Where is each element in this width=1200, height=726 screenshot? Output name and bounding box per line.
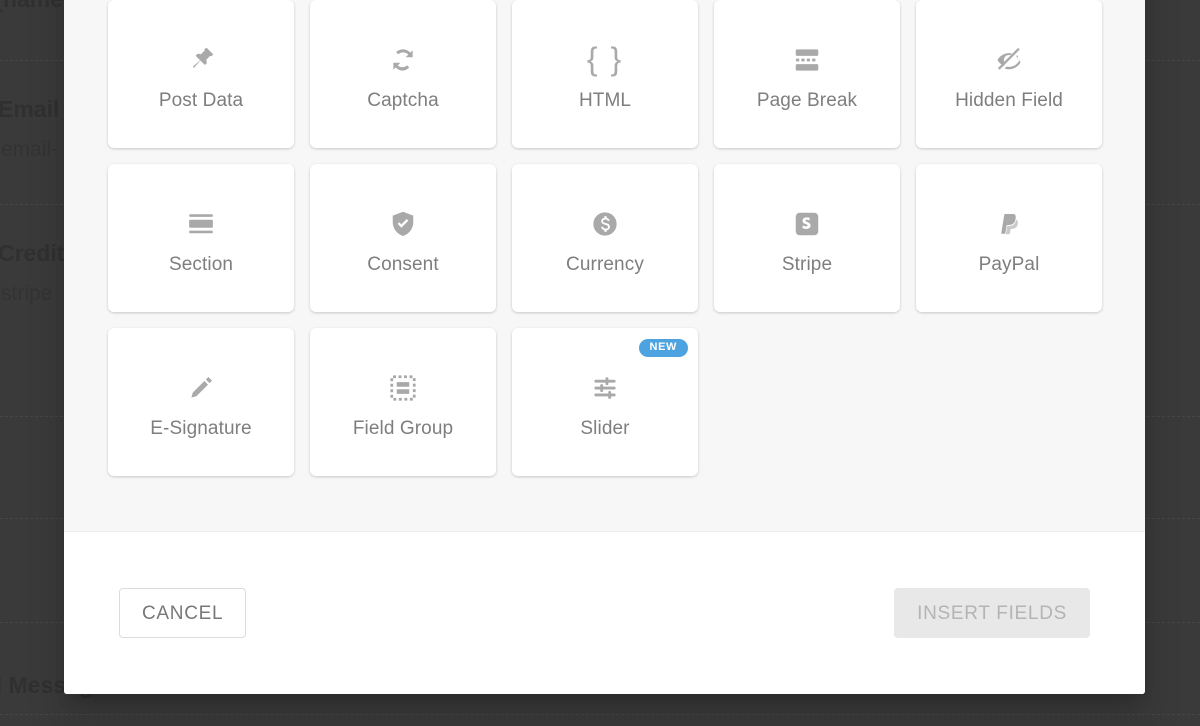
field-card-label: Stripe	[782, 255, 832, 276]
field-card-label: Consent	[367, 255, 438, 276]
field-type-grid: Post Data Captcha { } HTML	[108, 0, 1101, 492]
field-card-stripe[interactable]: Stripe	[714, 164, 900, 312]
cancel-button[interactable]: CANCEL	[119, 588, 246, 638]
pin-icon	[186, 37, 216, 83]
shield-check-icon	[388, 201, 418, 247]
insert-fields-modal: Post Data Captcha { } HTML	[64, 0, 1145, 694]
field-card-e-signature[interactable]: E-Signature	[108, 328, 294, 476]
field-card-post-data[interactable]: Post Data	[108, 0, 294, 148]
backdrop-field-value: (stripe	[0, 282, 52, 306]
paypal-icon	[994, 201, 1024, 247]
field-card-label: Field Group	[353, 419, 453, 440]
field-card-label: HTML	[579, 91, 631, 112]
backdrop-field-label: {name	[0, 0, 63, 13]
field-card-label: PayPal	[979, 255, 1040, 276]
field-type-picker: Post Data Captcha { } HTML	[64, 0, 1145, 531]
field-card-label: Section	[169, 255, 233, 276]
field-card-consent[interactable]: Consent	[310, 164, 496, 312]
backdrop-divider	[0, 714, 1200, 715]
field-card-label: Currency	[566, 255, 644, 276]
field-card-label: Hidden Field	[955, 91, 1063, 112]
field-card-hidden-field[interactable]: Hidden Field	[916, 0, 1102, 148]
page-break-icon	[792, 37, 822, 83]
backdrop-field-label: Email	[0, 96, 59, 123]
sliders-icon	[590, 365, 620, 411]
stripe-icon	[792, 201, 822, 247]
field-card-label: Slider	[580, 419, 629, 440]
field-card-label: Page Break	[757, 91, 857, 112]
field-card-page-break[interactable]: Page Break	[714, 0, 900, 148]
field-card-currency[interactable]: Currency	[512, 164, 698, 312]
captcha-icon	[388, 37, 418, 83]
eye-slash-icon	[994, 37, 1024, 83]
field-card-label: E-Signature	[150, 419, 251, 440]
field-group-icon	[388, 365, 418, 411]
dollar-circle-icon	[590, 201, 620, 247]
field-card-label: Captcha	[367, 91, 438, 112]
section-icon	[186, 201, 216, 247]
field-card-slider[interactable]: NEW Slider	[512, 328, 698, 476]
backdrop-field-label: Credit	[0, 240, 64, 267]
modal-footer: CANCEL INSERT FIELDS	[64, 531, 1145, 694]
braces-icon: { }	[587, 37, 623, 83]
field-card-paypal[interactable]: PayPal	[916, 164, 1102, 312]
new-badge: NEW	[639, 339, 688, 357]
insert-fields-button[interactable]: INSERT FIELDS	[894, 588, 1090, 638]
backdrop-field-value: (email-	[0, 138, 58, 162]
field-card-captcha[interactable]: Captcha	[310, 0, 496, 148]
field-card-field-group[interactable]: Field Group	[310, 328, 496, 476]
field-card-section[interactable]: Section	[108, 164, 294, 312]
field-card-label: Post Data	[159, 91, 243, 112]
pencil-icon	[186, 365, 216, 411]
field-card-html[interactable]: { } HTML	[512, 0, 698, 148]
